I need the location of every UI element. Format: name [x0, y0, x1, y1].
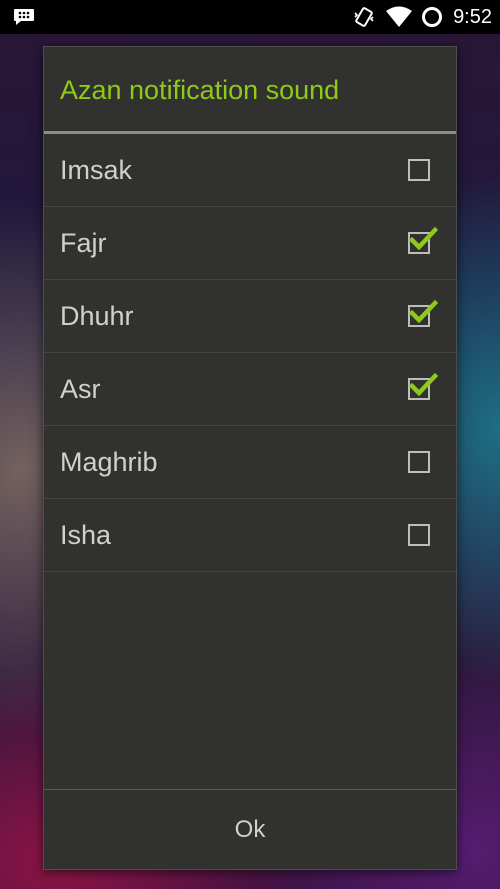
- status-bar: 9:52: [0, 0, 500, 34]
- list-item-label: Maghrib: [60, 446, 158, 477]
- checkbox-maghrib[interactable]: [408, 451, 430, 473]
- list-item-label: Dhuhr: [60, 300, 134, 331]
- list-item-maghrib[interactable]: Maghrib: [44, 426, 456, 499]
- checkbox-dhuhr[interactable]: [408, 299, 438, 327]
- prayer-list: Imsak Fajr Dhuhr Asr Maghrib Isha: [44, 134, 456, 572]
- status-time: 9:52: [453, 5, 492, 28]
- checkbox-isha[interactable]: [408, 524, 430, 546]
- checkmark-icon: [408, 226, 438, 251]
- dialog-title: Azan notification sound: [60, 74, 340, 105]
- list-item-fajr[interactable]: Fajr: [44, 207, 456, 280]
- ok-button[interactable]: Ok: [44, 790, 456, 870]
- circle-status-icon: [421, 6, 443, 28]
- bbm-notification-icon: [13, 8, 35, 26]
- list-item-isha[interactable]: Isha: [44, 499, 456, 572]
- checkbox-imsak[interactable]: [408, 159, 430, 181]
- checkmark-icon: [408, 299, 438, 324]
- list-item-asr[interactable]: Asr: [44, 353, 456, 426]
- list-item-label: Fajr: [60, 227, 107, 258]
- checkbox-asr[interactable]: [408, 372, 438, 400]
- list-item-imsak[interactable]: Imsak: [44, 134, 456, 207]
- list-item-dhuhr[interactable]: Dhuhr: [44, 280, 456, 353]
- list-item-label: Asr: [60, 373, 101, 404]
- vibrate-icon: [353, 5, 375, 29]
- wifi-icon: [385, 6, 413, 28]
- list-item-label: Imsak: [60, 154, 133, 185]
- checkbox-fajr[interactable]: [408, 226, 438, 254]
- list-item-label: Isha: [60, 519, 112, 550]
- checkmark-icon: [408, 372, 438, 397]
- azan-sound-dialog: Azan notification sound Imsak Fajr Dhuhr…: [43, 46, 457, 870]
